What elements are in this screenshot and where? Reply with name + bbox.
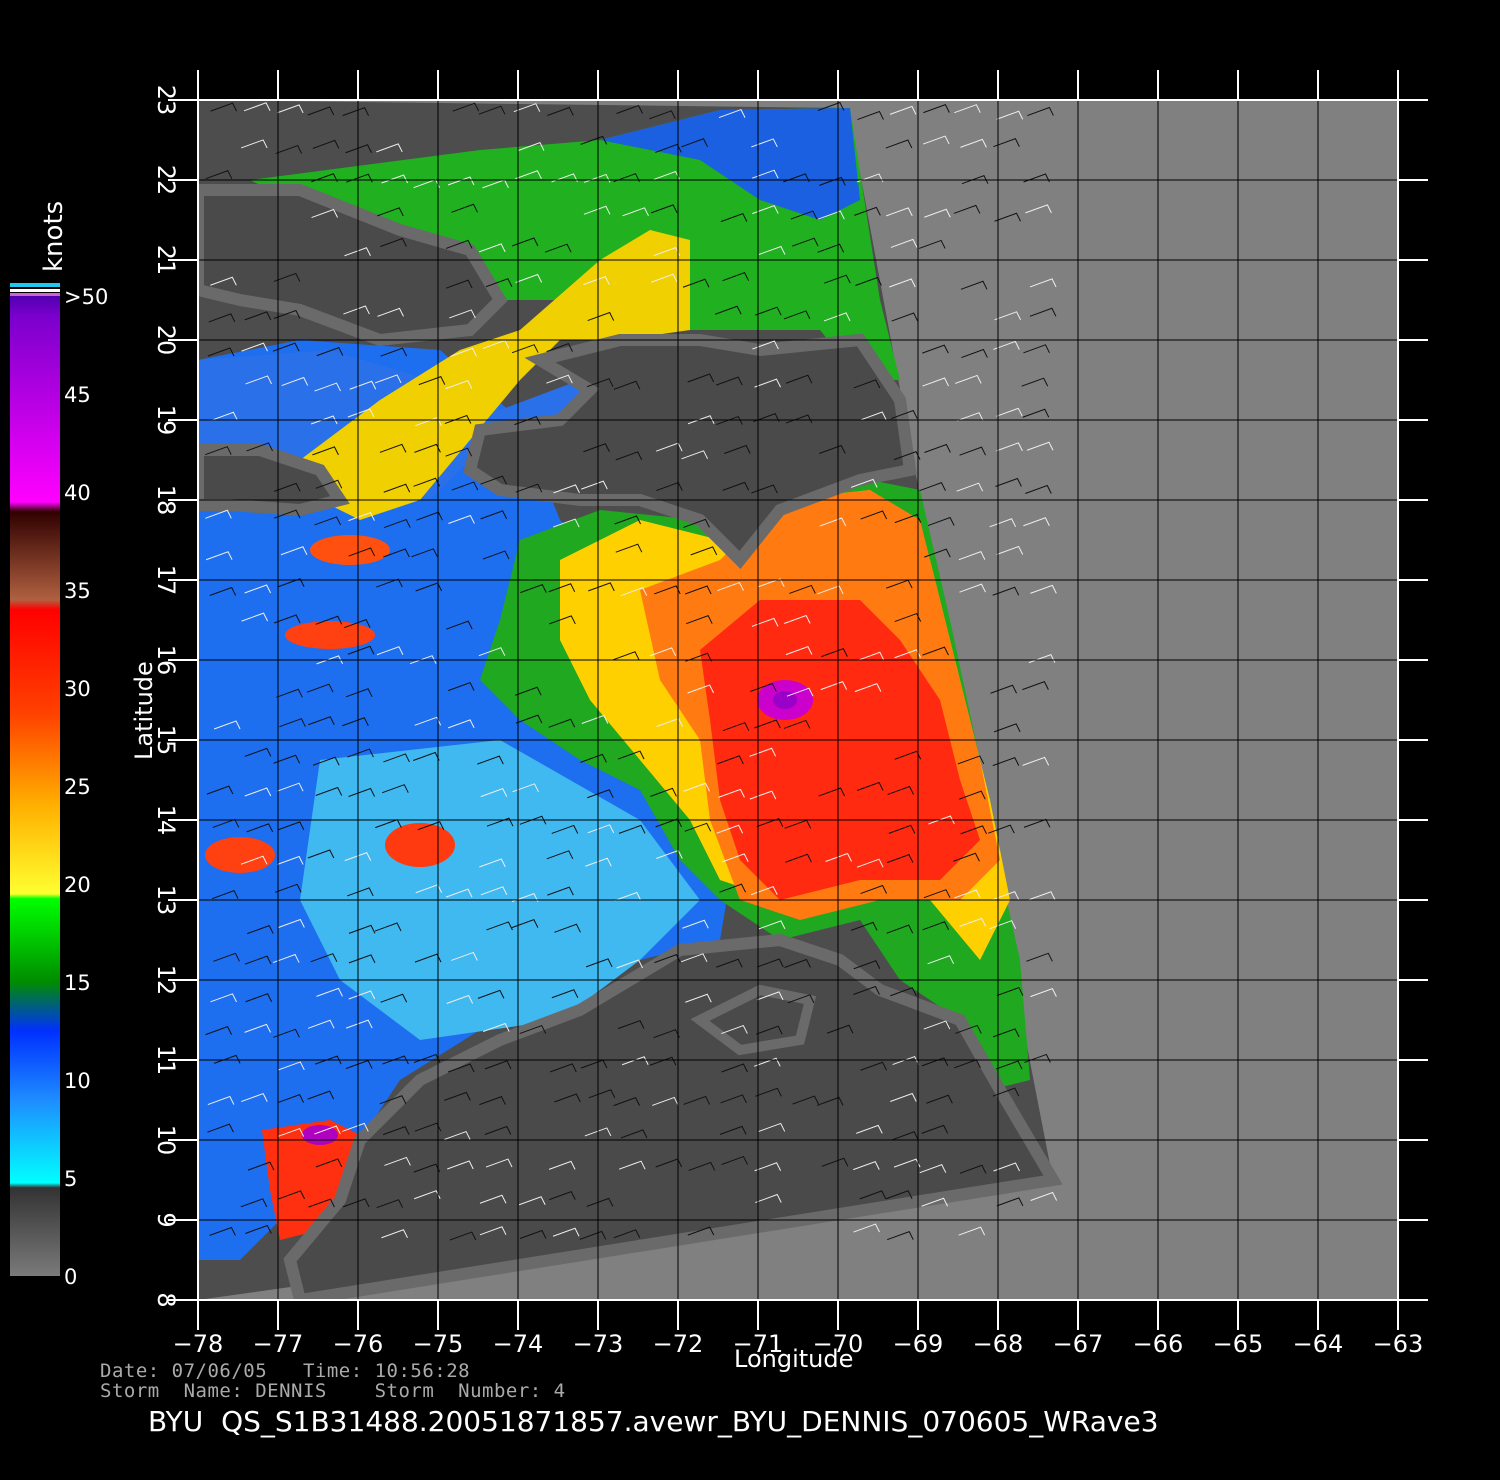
lon-tick-label: −78 [173, 1330, 224, 1358]
wind-patch-red-4 [310, 535, 390, 565]
lat-tick-label: 17 [152, 565, 180, 596]
lon-tick-label: −68 [973, 1330, 1024, 1358]
file-title: BYU QS_S1B31488.20051871857.avewr_BYU_DE… [148, 1405, 1159, 1438]
lon-tick-label: −67 [1053, 1330, 1104, 1358]
lat-tick-label: 10 [152, 1125, 180, 1156]
colorbar-tick-label: 40 [64, 481, 91, 505]
lon-tick-label: −75 [413, 1330, 464, 1358]
lon-tick-label: −74 [493, 1330, 544, 1358]
lon-tick-label: −66 [1133, 1330, 1184, 1358]
colorbar-tick-label: >50 [64, 285, 108, 309]
lon-tick-label: −63 [1373, 1330, 1424, 1358]
colorbar-tick-label: 20 [64, 873, 91, 897]
lat-tick-label: 20 [152, 325, 180, 356]
lat-tick-label: 18 [152, 485, 180, 516]
colorbar-tick-label: 30 [64, 677, 91, 701]
lon-tick-label: −64 [1293, 1330, 1344, 1358]
lat-tick-label: 22 [152, 165, 180, 196]
wind-patch-red-1 [385, 823, 455, 867]
lat-tick-label: 9 [152, 1212, 180, 1227]
colorbar-tick-label: 35 [64, 579, 91, 603]
lon-tick-label: −77 [253, 1330, 304, 1358]
lon-tick-label: −65 [1213, 1330, 1264, 1358]
colorbar-tick-label: 15 [64, 971, 91, 995]
colorbar: 0 5 10 15 20 25 30 35 40 45 >50 knots [10, 201, 108, 1289]
colorbar-cap-white [10, 289, 60, 292]
lon-tick-label: −69 [893, 1330, 944, 1358]
colorbar-cap [10, 283, 60, 287]
lat-tick-label: 19 [152, 405, 180, 436]
x-axis-title: Longitude [734, 1345, 854, 1373]
lat-tick-label: 14 [152, 805, 180, 836]
colorbar-tick-label: 25 [64, 775, 91, 799]
lat-tick-label: 21 [152, 245, 180, 276]
lon-tick-label: −76 [333, 1330, 384, 1358]
wind-map: −78 −77 −76 −75 −74 −73 −72 −71 −70 −69 −68 −67 −66−… [10, 70, 1428, 1358]
colorbar-tick-label: 5 [64, 1167, 77, 1191]
colorbar-ramp [10, 296, 60, 1276]
wind-patch-red-3 [205, 837, 275, 873]
colorbar-unit-label: knots [39, 201, 69, 272]
lat-tick-label: 11 [152, 1045, 180, 1076]
lat-tick-label: 23 [152, 85, 180, 116]
date-time-line: Date: 07/06/05 Time: 10:56:28 [100, 1360, 471, 1382]
lat-tick-label: 8 [152, 1292, 180, 1307]
wind-patch-magenta-south [302, 1125, 338, 1145]
colorbar-tick-label: 0 [64, 1265, 77, 1289]
lat-tick-label: 12 [152, 965, 180, 996]
lon-tick-label: −72 [653, 1330, 704, 1358]
lon-tick-label: −73 [573, 1330, 624, 1358]
storm-info-line: Storm Name: DENNIS Storm Number: 4 [100, 1380, 566, 1402]
colorbar-cap-pink [10, 293, 60, 296]
y-axis-title: Latitude [130, 661, 158, 760]
colorbar-tick-label: 45 [64, 383, 91, 407]
wind-patch-red-2 [285, 621, 375, 649]
lat-tick-label: 13 [152, 885, 180, 916]
colorbar-tick-label: 10 [64, 1069, 91, 1093]
